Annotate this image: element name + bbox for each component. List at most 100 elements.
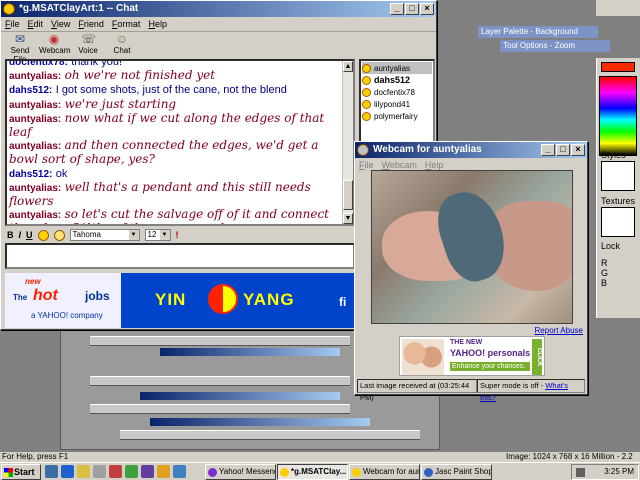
webcam-titlebar[interactable]: Webcam for auntyalias _ □ ×	[355, 142, 587, 158]
message-nick[interactable]: auntyalias:	[9, 100, 61, 111]
rgb-g-label: G	[601, 268, 609, 278]
font-select[interactable]: Tahoma ▼	[69, 229, 140, 241]
psp-statusbar: For Help, press F1 Image: 1024 x 768 x 1…	[0, 452, 640, 471]
user-list-item[interactable]: docfentix78	[362, 86, 432, 98]
message-nick[interactable]: dahs512:	[9, 85, 52, 96]
app-icon[interactable]	[157, 465, 170, 478]
webcam-button[interactable]: ◉ Webcam	[39, 33, 70, 56]
textures-box[interactable]	[601, 207, 635, 237]
speaker-icon[interactable]	[576, 467, 585, 477]
personals-ad-line1: THE NEW	[450, 339, 483, 346]
message-text: ok	[55, 167, 68, 180]
scroll-up-arrow[interactable]: ▲	[343, 61, 353, 72]
color-picker-palette[interactable]	[599, 76, 637, 156]
cascade-bar	[120, 430, 420, 440]
psp-tool-options-bar[interactable]: Tool Options - Zoom	[500, 40, 610, 52]
scroll-down-arrow[interactable]: ▼	[343, 213, 353, 224]
webcam-close-button[interactable]: ×	[571, 144, 585, 156]
buzz-alert-icon[interactable]: !	[176, 230, 179, 240]
message-nick[interactable]: auntyalias:	[9, 71, 61, 82]
message-nick[interactable]: dahs512:	[9, 169, 52, 180]
close-button[interactable]: ×	[420, 3, 434, 15]
hotjobs-ad-banner[interactable]: new The hot jobs a YAHOO! company YIN YA…	[5, 273, 355, 328]
user-list-item[interactable]: dahs512	[362, 74, 432, 86]
cascade-bar	[90, 404, 350, 414]
menu-file[interactable]: File	[5, 17, 20, 31]
taskbar-button[interactable]: Yahoo! Messenger	[205, 463, 276, 480]
user-smiley-icon	[362, 111, 371, 121]
foreground-color-swatch[interactable]	[601, 62, 635, 72]
chat-button[interactable]: ☺ Chat	[107, 33, 137, 56]
message-list: docfentix78: thank you! auntyalias: oh we…	[9, 61, 341, 224]
italic-button[interactable]: I	[19, 230, 22, 240]
cascade-bar	[90, 376, 350, 386]
scroll-thumb[interactable]	[343, 180, 353, 210]
styles-box[interactable]	[601, 161, 635, 191]
webcam-video-feed	[371, 170, 573, 324]
last-image-status: Last image received at (03:25:44 PM)	[357, 379, 477, 402]
message-nick[interactable]: auntyalias:	[9, 210, 61, 221]
desktop-icon[interactable]	[45, 465, 58, 478]
font-size-select[interactable]: 12 ▼	[144, 229, 171, 241]
app-icon[interactable]	[125, 465, 138, 478]
chat-title: *g.MSATClayArt:1 -- Chat	[19, 3, 139, 14]
taskbar-button[interactable]: Webcam for aunt...	[349, 463, 420, 480]
underline-button[interactable]: U	[26, 230, 33, 240]
taskbar-button[interactable]: Jasc Paint Shop ...	[421, 463, 492, 480]
clock: 3:25 PM	[604, 466, 634, 476]
user-list-item[interactable]: lilypond41	[362, 98, 432, 110]
report-abuse-link[interactable]: Report Abuse	[535, 326, 583, 335]
bold-button[interactable]: B	[7, 230, 14, 240]
app-icon[interactable]	[173, 465, 186, 478]
super-mode-text: Super mode is off -	[480, 381, 544, 390]
quick-launch	[45, 465, 205, 478]
menu-format[interactable]: Format	[112, 17, 141, 31]
app-icon[interactable]	[93, 465, 106, 478]
cascade-title	[160, 348, 340, 356]
user-list-item[interactable]: polymerfairy	[362, 110, 432, 122]
browser-icon[interactable]	[61, 465, 74, 478]
menu-edit[interactable]: Edit	[28, 17, 44, 31]
message-nick[interactable]: auntyalias:	[9, 183, 61, 194]
chat-scrollbar[interactable]: ▲ ▼	[342, 61, 353, 224]
message-nick[interactable]: auntyalias:	[9, 114, 61, 125]
user-smiley-icon	[362, 63, 371, 73]
outlook-icon[interactable]	[77, 465, 90, 478]
chat-message: auntyalias: oh we're not finished yet	[9, 69, 341, 83]
chat-label: Chat	[113, 46, 131, 55]
task-app-icon	[208, 467, 217, 477]
minimize-button[interactable]: _	[390, 3, 404, 15]
taskbar-button[interactable]: *g.MSATClay...	[277, 463, 348, 480]
voice-button[interactable]: ☏ Voice	[73, 33, 103, 56]
user-list-item[interactable]: auntyalias	[362, 62, 432, 74]
color-icon[interactable]	[53, 229, 65, 241]
app-icon[interactable]	[109, 465, 122, 478]
start-button[interactable]: Start	[1, 463, 41, 480]
message-nick[interactable]: auntyalias:	[9, 141, 61, 152]
lock-label[interactable]: Lock	[601, 241, 620, 251]
menu-help[interactable]: Help	[148, 17, 167, 31]
webcam-maximize-button[interactable]: □	[556, 144, 570, 156]
psp-color-panel: Styles Textures Lock R G B	[596, 58, 640, 318]
chat-message-pane[interactable]: docfentix78: thank you! auntyalias: oh we…	[5, 59, 355, 226]
message-nick[interactable]: docfentix78:	[9, 61, 68, 68]
menu-friend[interactable]: Friend	[78, 17, 104, 31]
psp-window-controls[interactable]	[596, 0, 640, 16]
system-tray: 3:25 PM	[571, 463, 639, 480]
send-file-button[interactable]: ✉ Send File	[5, 33, 35, 64]
menu-view[interactable]: View	[51, 17, 70, 31]
chat-titlebar[interactable]: *g.MSATClayArt:1 -- Chat _ □ ×	[1, 1, 436, 17]
personals-click-tab[interactable]: CLICK	[532, 339, 542, 375]
ad-the-text: The	[13, 293, 28, 302]
chevron-down-icon: ▼	[159, 230, 170, 240]
windows-taskbar: Start Yahoo! Messenger *g.MSATClay... Webc…	[0, 462, 640, 480]
emoticon-icon[interactable]	[37, 229, 49, 241]
psp-layer-palette-bar[interactable]: Layer Palette - Background	[478, 26, 598, 38]
webcam-minimize-button[interactable]: _	[541, 144, 555, 156]
app-icon[interactable]	[141, 465, 154, 478]
chat-icon: ☺	[115, 32, 129, 46]
chat-message: auntyalias: well that's a pendant and th…	[9, 180, 341, 208]
maximize-button[interactable]: □	[405, 3, 419, 15]
message-input[interactable]	[5, 243, 355, 269]
yahoo-personals-ad[interactable]: THE NEW YAHOO! personals Enhance your ch…	[399, 336, 545, 376]
